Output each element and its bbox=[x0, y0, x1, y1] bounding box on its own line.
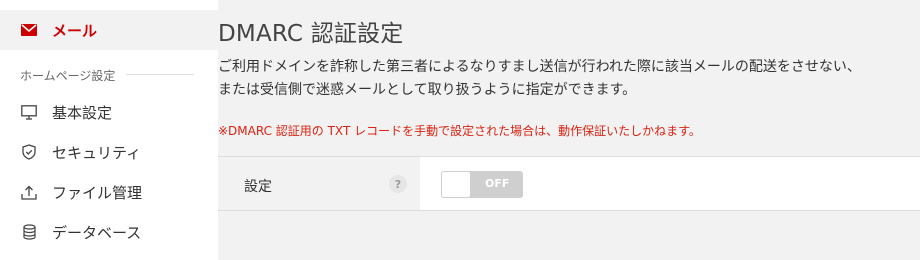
setting-label-cell: 設定 ? bbox=[218, 157, 420, 210]
sidebar-item-security[interactable]: セキュリティ bbox=[0, 132, 218, 172]
sidebar-item-label: セキュリティ bbox=[52, 143, 142, 162]
sidebar-item-label: データベース bbox=[52, 223, 142, 242]
description-line: または受信側で迷惑メールとして取り扱うように指定ができます。 bbox=[218, 82, 637, 98]
shield-icon bbox=[20, 143, 38, 161]
section-divider bbox=[126, 74, 194, 75]
main-content: DMARC 認証設定 ご利用ドメインを詐称した第三者によるなりすまし送信が行われ… bbox=[218, 0, 920, 260]
sidebar: メール ホームページ設定 基本設定 セキュリティ ファイル管理 データベース bbox=[0, 0, 218, 260]
setting-label: 設定 bbox=[244, 179, 272, 195]
monitor-icon bbox=[20, 103, 38, 121]
database-icon bbox=[20, 223, 38, 241]
sidebar-item-file-manager[interactable]: ファイル管理 bbox=[0, 172, 218, 212]
section-label: ホームページ設定 bbox=[20, 69, 116, 83]
sidebar-item-basic-settings[interactable]: 基本設定 bbox=[0, 92, 218, 132]
upload-icon bbox=[20, 183, 38, 201]
toggle-knob bbox=[441, 171, 471, 198]
toggle-state-label: OFF bbox=[485, 177, 510, 190]
mail-icon bbox=[20, 21, 38, 39]
sidebar-item-database[interactable]: データベース bbox=[0, 212, 218, 252]
description-line: ご利用ドメインを詐称した第三者によるなりすまし送信が行われた際に該当メールの配送… bbox=[218, 59, 861, 75]
sidebar-item-mail[interactable]: メール bbox=[0, 10, 218, 50]
help-icon[interactable]: ? bbox=[389, 175, 407, 193]
dmarc-toggle[interactable]: OFF bbox=[441, 171, 523, 198]
sidebar-item-label: ファイル管理 bbox=[52, 183, 143, 202]
sidebar-item-label: メール bbox=[52, 21, 98, 40]
setting-row: 設定 ? OFF bbox=[218, 156, 920, 211]
warning-note: ※DMARC 認証用の TXT レコードを手動で設定された場合は、動作保証いたし… bbox=[218, 124, 701, 138]
sidebar-item-label: 基本設定 bbox=[52, 103, 113, 122]
page-title: DMARC 認証設定 bbox=[218, 21, 404, 47]
description: ご利用ドメインを詐称した第三者によるなりすまし送信が行われた際に該当メールの配送… bbox=[218, 56, 918, 102]
